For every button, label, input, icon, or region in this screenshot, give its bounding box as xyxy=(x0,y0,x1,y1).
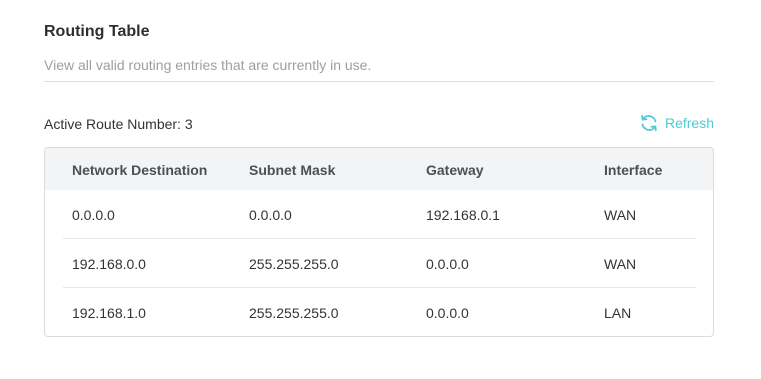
table-row: 192.168.0.0 255.255.255.0 0.0.0.0 WAN xyxy=(45,239,713,288)
cell-interface: WAN xyxy=(604,256,637,272)
cell-interface: LAN xyxy=(604,305,632,321)
cell-gateway: 0.0.0.0 xyxy=(426,256,469,272)
table-row: 192.168.1.0 255.255.255.0 0.0.0.0 LAN xyxy=(45,288,713,336)
cell-subnet-mask: 255.255.255.0 xyxy=(249,305,339,321)
routing-table-page: Routing Table View all valid routing ent… xyxy=(0,0,761,379)
cell-network-destination: 192.168.0.0 xyxy=(72,256,146,272)
cell-interface: WAN xyxy=(604,207,637,223)
cell-network-destination: 192.168.1.0 xyxy=(72,305,146,321)
refresh-label: Refresh xyxy=(664,115,714,131)
section-divider xyxy=(44,81,714,82)
column-header-interface: Interface xyxy=(604,162,663,178)
table-header: Network Destination Subnet Mask Gateway … xyxy=(45,148,713,190)
cell-gateway: 192.168.0.1 xyxy=(426,207,500,223)
page-title: Routing Table xyxy=(44,23,150,40)
cell-gateway: 0.0.0.0 xyxy=(426,305,469,321)
column-header-gateway: Gateway xyxy=(426,162,484,178)
cell-subnet-mask: 255.255.255.0 xyxy=(249,256,339,272)
column-header-network-destination: Network Destination xyxy=(72,162,208,178)
table-row: 0.0.0.0 0.0.0.0 192.168.0.1 WAN xyxy=(45,190,713,239)
refresh-button[interactable]: Refresh xyxy=(639,113,714,133)
cell-subnet-mask: 0.0.0.0 xyxy=(249,207,292,223)
active-route-count: Active Route Number: 3 xyxy=(44,116,193,132)
refresh-icon xyxy=(639,113,659,133)
cell-network-destination: 0.0.0.0 xyxy=(72,207,115,223)
page-description: View all valid routing entries that are … xyxy=(44,57,372,73)
column-header-subnet-mask: Subnet Mask xyxy=(249,162,336,178)
routing-table: Network Destination Subnet Mask Gateway … xyxy=(44,147,714,337)
